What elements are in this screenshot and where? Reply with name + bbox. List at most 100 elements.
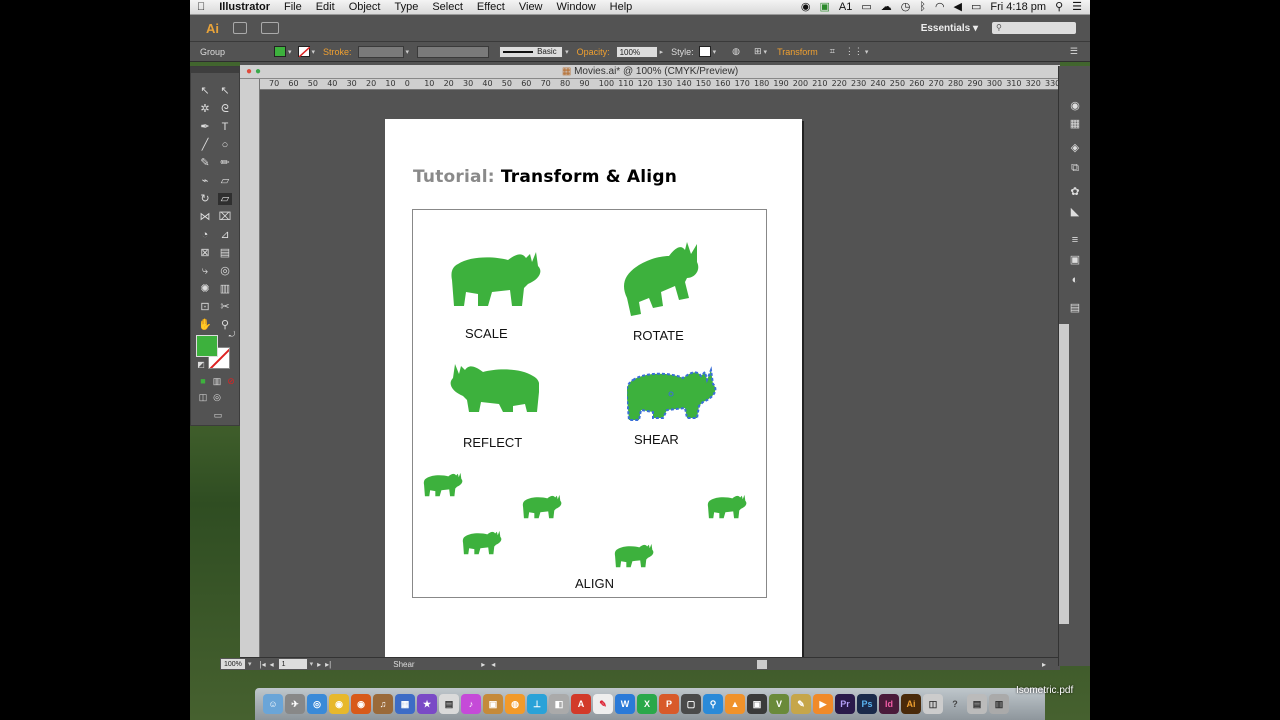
dock-calendar-icon[interactable]: ▣ bbox=[483, 694, 503, 714]
fill-color-box-front[interactable] bbox=[196, 335, 218, 357]
workspace-switcher[interactable]: Essentials ▾ bbox=[921, 23, 978, 34]
align-rhino-3[interactable] bbox=[707, 494, 749, 520]
swap-fill-stroke-icon[interactable]: ⤾ bbox=[225, 329, 239, 341]
scroll-left-icon[interactable]: ◂ bbox=[491, 660, 495, 669]
artboard-number-field[interactable]: 1 bbox=[277, 658, 308, 670]
dock-excel-icon[interactable]: X bbox=[637, 694, 657, 714]
dock-guitar-icon[interactable]: ♫ bbox=[373, 694, 393, 714]
close-window-icon[interactable]: ● bbox=[246, 65, 252, 79]
zoom-window-icon[interactable]: ● bbox=[255, 65, 261, 79]
width-tool-icon[interactable]: ⋈ bbox=[198, 211, 212, 223]
scroll-right-icon[interactable]: ▸ bbox=[1042, 660, 1046, 669]
dock-photo-icon[interactable]: ◧ bbox=[549, 694, 569, 714]
chevron-down-icon[interactable]: ▾ bbox=[865, 48, 869, 56]
dock-itunes-icon[interactable]: ♪ bbox=[461, 694, 481, 714]
align-rhino-5[interactable] bbox=[614, 543, 656, 569]
dock-search-icon[interactable]: ⚲ bbox=[703, 694, 723, 714]
color-guide-icon[interactable]: ▦ bbox=[1069, 118, 1081, 130]
airplay-icon[interactable]: ▭ bbox=[861, 1, 871, 13]
menu-select[interactable]: Select bbox=[425, 1, 470, 13]
dock-keynote-icon[interactable]: ▦ bbox=[395, 694, 415, 714]
zoom-field[interactable]: 100% bbox=[220, 658, 246, 670]
magic-wand-tool-icon[interactable]: ✲ bbox=[198, 103, 212, 115]
shear-rhino[interactable] bbox=[627, 366, 719, 424]
type-tool-icon[interactable]: T bbox=[218, 121, 232, 133]
last-artboard-icon[interactable]: ▸| bbox=[325, 660, 331, 669]
perspective-grid-tool-icon[interactable]: ⊿ bbox=[218, 229, 232, 241]
dock-word-icon[interactable]: W bbox=[615, 694, 635, 714]
record-icon[interactable]: ◉ bbox=[801, 1, 811, 13]
gradient-mode-icon[interactable]: ▥ bbox=[210, 375, 224, 387]
appearance-panel-icon[interactable]: ▤ bbox=[1069, 302, 1081, 314]
prev-artboard-icon[interactable]: ◂ bbox=[270, 660, 274, 669]
artboard[interactable]: Tutorial: Transform & Align SCALE ROTATE… bbox=[385, 119, 802, 658]
stroke-swatch[interactable] bbox=[297, 46, 310, 57]
dock-launchpad-icon[interactable]: ✈ bbox=[285, 694, 305, 714]
dock-powerpoint-icon[interactable]: P bbox=[659, 694, 679, 714]
status-menu-icon[interactable]: ▸ bbox=[481, 660, 485, 669]
chevron-down-icon[interactable]: ▾ bbox=[312, 48, 316, 56]
slice-tool-icon[interactable]: ✂ bbox=[218, 301, 232, 313]
document-tab[interactable]: ● ● ▦ Movies.ai* @ 100% (CMYK/Preview) bbox=[240, 65, 1060, 79]
brushes-panel-icon[interactable]: ⧉ bbox=[1069, 162, 1081, 174]
notification-list-icon[interactable]: ☰ bbox=[1072, 1, 1082, 13]
bridge-icon[interactable] bbox=[233, 22, 247, 34]
swatches-panel-icon[interactable]: ◈ bbox=[1069, 142, 1081, 154]
opacity-label[interactable]: Opacity: bbox=[577, 47, 610, 57]
wifi-icon[interactable]: ◠ bbox=[935, 1, 945, 13]
chevron-down-icon[interactable]: ▾ bbox=[310, 660, 314, 668]
blend-tool-icon[interactable]: ◎ bbox=[218, 265, 232, 277]
align-rhino-1[interactable] bbox=[423, 472, 465, 498]
align-options-icon[interactable]: ⊞ bbox=[754, 46, 762, 57]
sync-icon[interactable]: ☁ bbox=[881, 1, 892, 13]
dock-chrome-icon[interactable]: ◉ bbox=[329, 694, 349, 714]
dock-acrobat-icon[interactable]: A bbox=[571, 694, 591, 714]
graphic-style-swatch[interactable] bbox=[698, 46, 711, 57]
rotate-tool-icon[interactable]: ↻ bbox=[198, 193, 212, 205]
rotate-rhino[interactable] bbox=[621, 240, 705, 318]
column-graph-tool-icon[interactable]: ▥ bbox=[218, 283, 232, 295]
draw-behind-icon[interactable]: ◎ bbox=[210, 391, 224, 403]
symbol-sprayer-tool-icon[interactable]: ✺ bbox=[198, 283, 212, 295]
fill-swatch[interactable] bbox=[274, 46, 286, 57]
chevron-down-icon[interactable]: ▾ bbox=[406, 48, 410, 56]
time-machine-icon[interactable]: ◷ bbox=[901, 1, 911, 13]
menu-help[interactable]: Help bbox=[603, 1, 640, 13]
evernote-icon[interactable]: ▣ bbox=[819, 1, 829, 13]
dock-vectorworks-icon[interactable]: ▢ bbox=[681, 694, 701, 714]
chevron-right-icon[interactable]: ▸ bbox=[660, 48, 664, 56]
dock-photoshop-icon[interactable]: Ps bbox=[857, 694, 877, 714]
menu-effect[interactable]: Effect bbox=[470, 1, 512, 13]
isolate-group-icon[interactable]: ⌗ bbox=[830, 46, 835, 57]
color-mode-icon[interactable]: ■ bbox=[196, 375, 210, 387]
blob-brush-tool-icon[interactable]: ⌁ bbox=[198, 175, 212, 187]
dock-premiere-icon[interactable]: Pr bbox=[835, 694, 855, 714]
dock-star-icon[interactable]: ★ bbox=[417, 694, 437, 714]
dock-app-icon[interactable]: ▣ bbox=[747, 694, 767, 714]
stroke-label[interactable]: Stroke: bbox=[323, 47, 352, 57]
symbols-panel-icon[interactable]: ✿ bbox=[1069, 186, 1081, 198]
hand-tool-icon[interactable]: ✋ bbox=[198, 319, 212, 331]
volume-icon[interactable]: ◀ bbox=[954, 1, 962, 13]
battery-icon[interactable]: ▭ bbox=[971, 1, 981, 13]
next-artboard-icon[interactable]: ▸ bbox=[317, 660, 321, 669]
screen-mode-icon[interactable]: ▭ bbox=[211, 409, 225, 421]
variable-width-field[interactable] bbox=[417, 45, 490, 58]
recolor-artwork-icon[interactable]: ◍ bbox=[732, 46, 740, 57]
dock-vlc-cone-icon[interactable]: ▲ bbox=[725, 694, 745, 714]
dock-help-icon[interactable]: ? bbox=[945, 694, 965, 714]
eraser-tool-icon[interactable]: ▱ bbox=[218, 175, 232, 187]
chevron-down-icon[interactable]: ▾ bbox=[764, 48, 768, 56]
pen-tool-icon[interactable]: ✒ bbox=[198, 121, 212, 133]
menu-view[interactable]: View bbox=[512, 1, 550, 13]
free-transform-tool-icon[interactable]: ⌧ bbox=[218, 211, 232, 223]
shape-builder-tool-icon[interactable]: ◔ bbox=[198, 229, 212, 241]
dock-trash-icon[interactable]: ▥ bbox=[989, 694, 1009, 714]
dock-finder-icon[interactable]: ☺ bbox=[263, 694, 283, 714]
dock-maps-icon[interactable]: ⊥ bbox=[527, 694, 547, 714]
brush-definition[interactable]: Basic bbox=[499, 45, 564, 58]
align-rhino-4[interactable] bbox=[462, 530, 504, 556]
panel-options-icon[interactable]: ⋮⋮ bbox=[845, 46, 863, 57]
transparency-panel-icon[interactable]: ◐ bbox=[1069, 274, 1081, 286]
ellipse-tool-icon[interactable]: ○ bbox=[218, 139, 232, 151]
